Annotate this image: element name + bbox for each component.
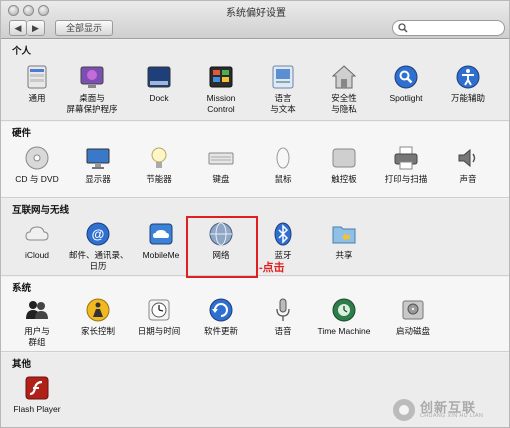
pref-time-machine[interactable]: Time Machine (315, 297, 373, 337)
clock-icon (148, 299, 170, 321)
pref-users-groups[interactable]: 用户与 群组 (8, 297, 66, 348)
watermark: 创新互联 CHUANG XIN HU LIAN (393, 397, 503, 423)
accessibility-icon (456, 65, 480, 89)
pref-cd-dvd[interactable]: CD 与 DVD (8, 145, 66, 185)
cloud-icon (25, 226, 49, 241)
section-hardware: 硬件 CD 与 DVD 显示器 节能器 键盘 鼠标 触控板 打印与扫描 声音 (1, 122, 509, 198)
pref-desktop[interactable]: 桌面与 屏幕保护程序 (63, 64, 121, 115)
click-annotation: -点击 (259, 262, 285, 274)
pref-startup-disk[interactable]: 启动磁盘 (384, 297, 442, 337)
pref-mail-contacts-calendar[interactable]: @ 邮件、通讯录、 日历 (69, 221, 129, 272)
pref-speech[interactable]: 语音 (254, 297, 312, 337)
spotlight-icon (394, 65, 418, 89)
speaker-icon (458, 148, 476, 168)
pref-accessibility[interactable]: 万能辅助 (439, 64, 497, 104)
keyboard-icon (208, 152, 234, 165)
users-icon (26, 301, 48, 319)
pref-print-scan[interactable]: 打印与扫描 (377, 145, 435, 185)
time-machine-icon (332, 298, 356, 322)
software-update-icon (209, 298, 233, 322)
pref-sound[interactable]: 声音 (439, 145, 497, 185)
pref-spotlight[interactable]: Spotlight (377, 64, 435, 104)
mouse-icon (276, 147, 290, 169)
pref-energy[interactable]: 节能器 (130, 145, 188, 185)
watermark-subtext: CHUANG XIN HU LIAN (420, 413, 484, 419)
mission-control-icon (209, 66, 233, 88)
search-icon (398, 23, 408, 33)
pref-general[interactable]: 通用 (8, 64, 66, 104)
bluetooth-icon (274, 222, 292, 246)
section-title: 其他 (12, 359, 32, 370)
at-sign-icon: @ (86, 222, 110, 246)
pref-parental-controls[interactable]: 家长控制 (69, 297, 127, 337)
pref-display[interactable]: 显示器 (69, 145, 127, 185)
flash-player-icon (25, 376, 49, 400)
microphone-icon (276, 298, 290, 321)
section-title: 系统 (12, 283, 32, 294)
cd-icon (25, 146, 49, 170)
hard-disk-icon (402, 300, 424, 320)
svg-text:@: @ (92, 227, 105, 242)
show-all-button[interactable]: 全部显示 (55, 20, 113, 36)
pref-keyboard[interactable]: 键盘 (192, 145, 250, 185)
pref-dock[interactable]: Dock (130, 64, 188, 104)
pref-mouse[interactable]: 鼠标 (254, 145, 312, 185)
pref-sharing[interactable]: 共享 (315, 221, 373, 261)
folder-icon (332, 226, 356, 244)
lightbulb-icon (151, 147, 167, 168)
house-icon (331, 65, 357, 89)
back-button[interactable]: ◀ (9, 20, 27, 36)
pref-language[interactable]: 语言 与文本 (254, 64, 312, 115)
system-preferences-window: 系统偏好设置 ◀ ▶ 全部显示 个人 通用 桌面与 屏幕保护程序 Dock Mi… (0, 0, 510, 428)
section-system: 系统 用户与 群组 家长控制 日期与时间 软件更新 语音 Time Machin… (1, 277, 509, 352)
forward-button[interactable]: ▶ (27, 20, 45, 36)
window-title: 系统偏好设置 (226, 8, 286, 19)
dock-icon (147, 66, 171, 88)
pref-software-update[interactable]: 软件更新 (192, 297, 250, 337)
title-bar: 系统偏好设置 ◀ ▶ 全部显示 (1, 1, 509, 39)
section-personal: 个人 通用 桌面与 屏幕保护程序 Dock Mission Control 语言… (1, 40, 509, 121)
watermark-logo-icon (393, 399, 415, 421)
display-icon (86, 148, 110, 169)
trackpad-icon (332, 148, 356, 168)
pref-mobileme[interactable]: MobileMe (132, 221, 190, 261)
pref-flash-player[interactable]: Flash Player (8, 375, 66, 415)
desktop-icon (80, 66, 104, 88)
language-icon (272, 65, 294, 89)
mobileme-icon (149, 223, 173, 245)
general-icon (27, 65, 47, 89)
highlight-box (186, 216, 258, 278)
section-title: 硬件 (12, 128, 32, 139)
pref-trackpad[interactable]: 触控板 (315, 145, 373, 185)
printer-icon (394, 146, 418, 170)
section-title: 个人 (12, 46, 32, 57)
search-field[interactable] (392, 20, 505, 36)
pref-security[interactable]: 安全性 与隐私 (315, 64, 373, 115)
pref-date-time[interactable]: 日期与时间 (130, 297, 188, 337)
pref-bluetooth[interactable]: 蓝牙 (254, 221, 312, 261)
section-title: 互联网与无线 (12, 205, 70, 216)
pref-mission-control[interactable]: Mission Control (192, 64, 250, 115)
parental-controls-icon (86, 298, 110, 322)
pref-icloud[interactable]: iCloud (8, 221, 66, 261)
